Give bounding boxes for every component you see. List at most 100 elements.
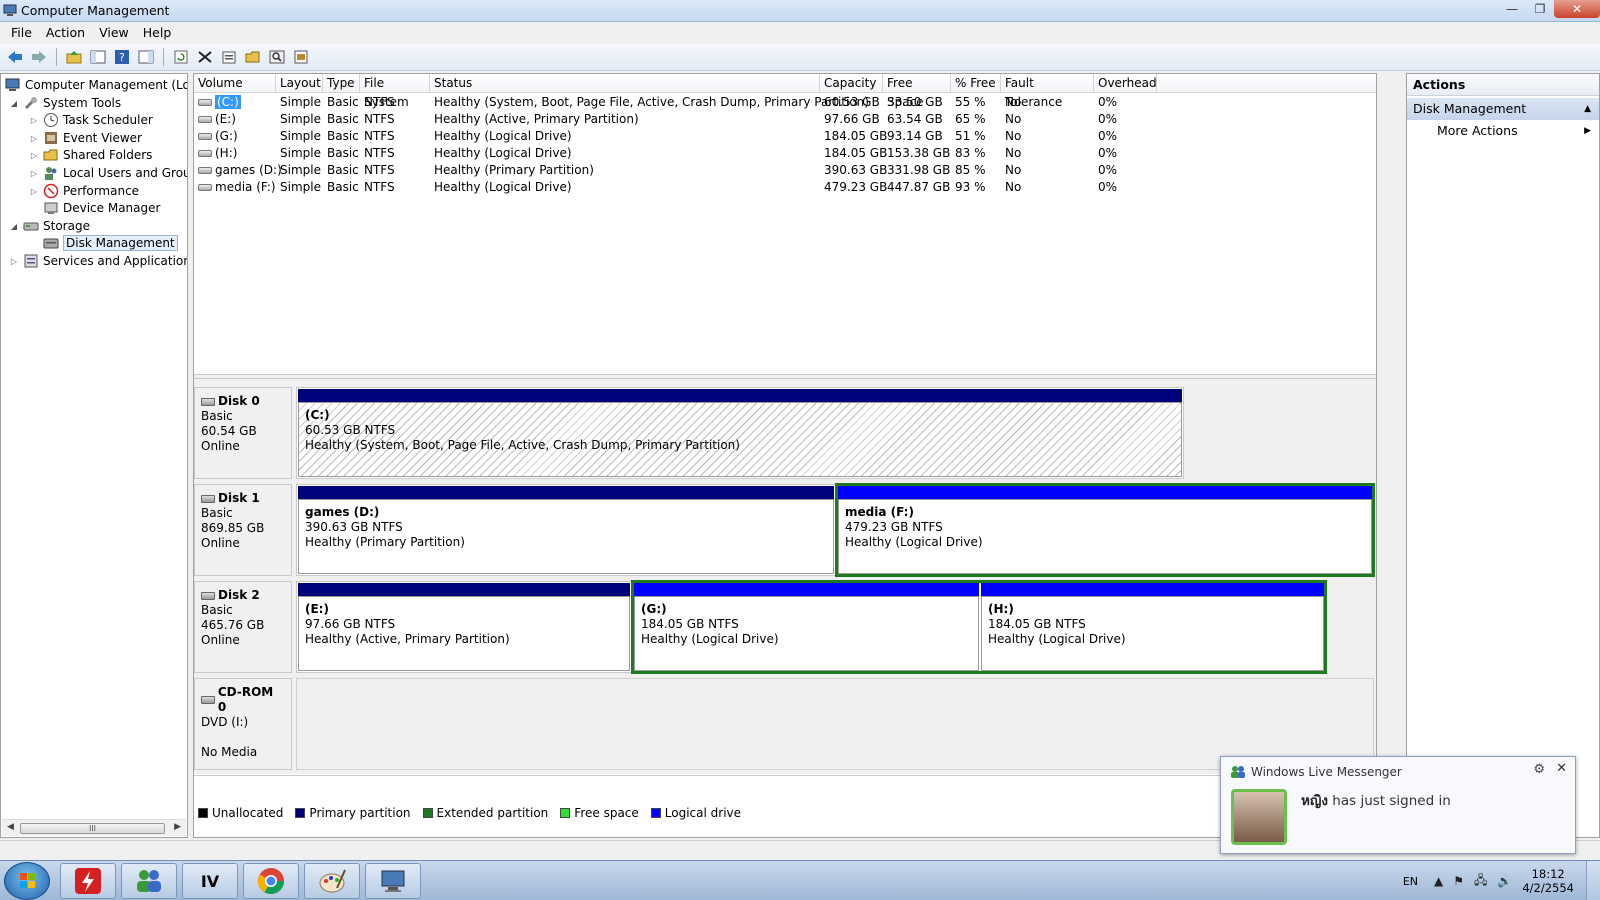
table-row[interactable]: games (D:) Simple Basic NTFS Healthy (Primar… xyxy=(194,162,1376,179)
col-volume[interactable]: Volume xyxy=(194,74,276,93)
action-center-flag-icon[interactable]: ⚑ xyxy=(1453,874,1464,888)
scroll-right-icon[interactable]: ▶ xyxy=(174,822,181,832)
messenger-app-icon[interactable] xyxy=(121,863,177,899)
scroll-thumb[interactable]: III xyxy=(20,823,165,834)
tree-item-disk-management[interactable]: Disk Management xyxy=(29,234,178,252)
clock[interactable]: 18:12 4/2/2554 xyxy=(1522,867,1574,895)
refresh-icon[interactable] xyxy=(170,46,192,68)
menu-view[interactable]: View xyxy=(92,25,136,40)
volume-icon[interactable]: 🔊 xyxy=(1497,874,1512,888)
cell-type: Basic xyxy=(327,112,359,126)
start-button[interactable] xyxy=(4,862,50,900)
show-hidden-icons-icon[interactable]: ▲ xyxy=(1434,874,1443,888)
partition-games-d[interactable]: games (D:) 390.63 GB NTFS Healthy (Prima… xyxy=(298,486,834,574)
disk-1-label[interactable]: Disk 1 Basic 869.85 GB Online xyxy=(194,484,292,576)
expand-arrow-icon[interactable]: ▷ xyxy=(29,151,39,160)
disk-0-label[interactable]: Disk 0 Basic 60.54 GB Online xyxy=(194,387,292,479)
search-icon[interactable] xyxy=(266,46,288,68)
up-folder-icon[interactable] xyxy=(63,46,85,68)
forward-icon[interactable] xyxy=(28,46,50,68)
disk-2-label[interactable]: Disk 2 Basic 465.76 GB Online xyxy=(194,581,292,673)
table-row[interactable]: (E:) Simple Basic NTFS Healthy (Active, Prim… xyxy=(194,111,1376,128)
table-row[interactable]: media (F:) Simple Basic NTFS Healthy (Logica… xyxy=(194,179,1376,196)
maximize-button[interactable]: ❐ xyxy=(1526,0,1554,18)
show-hide-tree-icon[interactable] xyxy=(87,46,109,68)
cell-volume: (E:) xyxy=(194,111,236,128)
paint-app-icon[interactable] xyxy=(304,863,360,899)
help-icon[interactable]: ? xyxy=(111,46,133,68)
tree-item-local-users[interactable]: ▷ Local Users and Groups xyxy=(29,164,187,182)
cdrom-0-label[interactable]: CD-ROM 0 DVD (I:) No Media xyxy=(194,678,292,770)
col-percent-free[interactable]: % Free xyxy=(951,74,1001,93)
collapse-arrow-icon[interactable]: ◢ xyxy=(9,222,19,231)
delete-icon[interactable] xyxy=(194,46,216,68)
cell-free-space: 447.87 GB xyxy=(887,180,951,194)
tree-item-device-manager[interactable]: Device Manager xyxy=(29,199,160,217)
collapse-arrow-icon[interactable]: ◢ xyxy=(9,99,19,108)
expand-arrow-icon[interactable]: ▷ xyxy=(29,134,39,143)
table-row[interactable]: (G:) Simple Basic NTFS Healthy (Logical Driv… xyxy=(194,128,1376,145)
users-icon xyxy=(43,165,59,181)
partition-g[interactable]: (G:) 184.05 GB NTFS Healthy (Logical Dri… xyxy=(634,583,979,671)
cell-volume: media (F:) xyxy=(194,179,276,196)
close-button[interactable]: ✕ xyxy=(1554,0,1600,18)
tree-item-shared-folders[interactable]: ▷ Shared Folders xyxy=(29,146,152,164)
show-hide-action-pane-icon[interactable] xyxy=(135,46,157,68)
more-actions-item[interactable]: More Actions ▶ xyxy=(1407,120,1599,142)
expand-arrow-icon[interactable]: ▷ xyxy=(9,257,19,266)
properties-icon[interactable] xyxy=(218,46,240,68)
back-icon[interactable] xyxy=(4,46,26,68)
menu-action[interactable]: Action xyxy=(39,25,92,40)
gear-icon[interactable]: ⚙ xyxy=(1533,762,1545,777)
partition-h[interactable]: (H:) 184.05 GB NTFS Healthy (Logical Dri… xyxy=(981,583,1324,671)
col-free-space[interactable]: Free Space xyxy=(883,74,951,109)
legend-label: Unallocated xyxy=(212,806,284,820)
col-status[interactable]: Status xyxy=(430,74,820,93)
chrome-app-icon[interactable] xyxy=(243,863,299,899)
gta-iv-app-icon[interactable]: IV xyxy=(182,863,238,899)
legend-label: Primary partition xyxy=(309,806,411,820)
col-capacity[interactable]: Capacity xyxy=(820,74,883,93)
show-desktop-button[interactable] xyxy=(1586,861,1600,900)
computer-management-app-icon[interactable] xyxy=(365,863,421,899)
open-icon[interactable] xyxy=(242,46,264,68)
tree-item-event-viewer[interactable]: ▷ Event Viewer xyxy=(29,129,142,147)
partition-media-f[interactable]: media (F:) 479.23 GB NTFS Healthy (Logic… xyxy=(835,483,1375,577)
cell-volume: (C:) xyxy=(194,94,241,111)
tree-item-task-scheduler[interactable]: ▷ Task Scheduler xyxy=(29,111,153,129)
language-indicator[interactable]: EN xyxy=(1403,875,1418,888)
primary-partition-bar xyxy=(298,583,630,596)
flash-app-icon[interactable] xyxy=(60,863,116,899)
expand-arrow-icon[interactable]: ▷ xyxy=(29,169,39,178)
tree-item-performance[interactable]: ▷ Performance xyxy=(29,182,139,200)
cell-status: Healthy (System, Boot, Page File, Active… xyxy=(434,95,869,109)
tree-item-storage[interactable]: ◢ Storage xyxy=(9,217,90,235)
minimize-button[interactable]: — xyxy=(1498,0,1526,18)
expand-arrow-icon[interactable]: ▷ xyxy=(29,187,39,196)
expand-arrow-icon[interactable]: ▷ xyxy=(29,116,39,125)
col-type[interactable]: Type xyxy=(323,74,360,93)
actions-section-disk-management[interactable]: Disk Management ▲ xyxy=(1407,98,1599,120)
col-fault-tolerance[interactable]: Fault Tolerance xyxy=(1001,74,1094,109)
menu-help[interactable]: Help xyxy=(136,25,179,40)
messenger-notification[interactable]: Windows Live Messenger ⚙ ✕ หญิง has just… xyxy=(1220,756,1576,854)
partition-e[interactable]: (E:) 97.66 GB NTFS Healthy (Active, Prim… xyxy=(298,583,630,671)
tree-item-computer-management[interactable]: Computer Management (Local xyxy=(5,76,187,94)
cell-percent-free: 51 % xyxy=(955,129,986,143)
col-overhead[interactable]: Overhead xyxy=(1094,74,1157,93)
tree-horizontal-scrollbar[interactable]: ◀ III ▶ xyxy=(2,819,186,836)
cdrom-icon xyxy=(201,696,215,704)
tree-item-system-tools[interactable]: ◢ System Tools xyxy=(9,94,121,112)
collapse-up-icon[interactable]: ▲ xyxy=(1584,98,1591,120)
menu-file[interactable]: File xyxy=(4,25,39,40)
export-icon[interactable] xyxy=(290,46,312,68)
table-row[interactable]: (H:) Simple Basic NTFS Healthy (Logical Driv… xyxy=(194,145,1376,162)
tree-item-services-applications[interactable]: ▷ Services and Applications xyxy=(9,252,187,270)
close-icon[interactable]: ✕ xyxy=(1556,761,1567,776)
network-icon[interactable]: 🖧 xyxy=(1474,871,1487,892)
table-row[interactable]: (C:) Simple Basic NTFS Healthy (System, Boot… xyxy=(194,94,1376,111)
partition-c[interactable]: (C:) 60.53 GB NTFS Healthy (System, Boot… xyxy=(298,389,1182,477)
scroll-left-icon[interactable]: ◀ xyxy=(7,822,14,832)
col-file-system[interactable]: File System xyxy=(360,74,430,109)
col-layout[interactable]: Layout xyxy=(276,74,323,93)
